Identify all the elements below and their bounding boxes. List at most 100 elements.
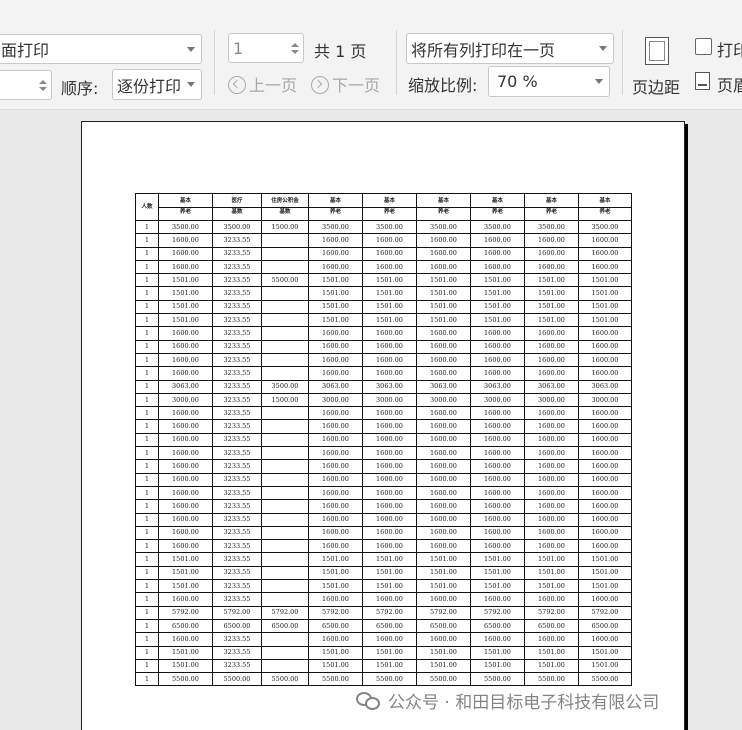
table-cell: 1600.00	[158, 246, 213, 261]
table-cell: 1501.00	[578, 299, 632, 315]
order-select[interactable]: 逐份打印	[112, 69, 202, 100]
copies-stepper[interactable]	[0, 70, 52, 100]
page-margin-icon[interactable]	[645, 37, 669, 65]
table-cell: 1501.00	[470, 579, 525, 594]
table-cell: 1501.00	[524, 552, 579, 567]
table-cell: 1	[135, 299, 159, 315]
table-cell: 1600.00	[158, 406, 213, 421]
table-row: 1 3063.00 3233.55 3500.00 3063.00 3063.00 3063…	[135, 379, 632, 394]
table-cell: 1	[135, 326, 159, 341]
table-cell: 1600.00	[416, 459, 471, 474]
table-cell: 1600.00	[578, 632, 632, 647]
table-cell: 1600.00	[158, 539, 213, 554]
print-preview-toolbar: 面打印 顺序: 逐份打印 1 共 1 页 上一页 下一页 将所有列打印在一页 缩…	[0, 0, 742, 110]
chevron-down-icon	[187, 82, 195, 87]
table-row: 1 1600.00 3233.55 1600.00 1600.00 1600.00 1600…	[135, 525, 632, 541]
table-cell	[261, 233, 309, 248]
table-cell: 1501.00	[416, 565, 471, 581]
table-cell: 1600.00	[470, 472, 525, 487]
table-row: 1 1501.00 3233.55 1501.00 1501.00 1501.00 1501…	[135, 579, 632, 594]
table-cell: 3233.55	[212, 299, 262, 315]
table-cell	[261, 579, 309, 594]
table-row: 1 1600.00 3233.55 1600.00 1600.00 1600.00 1600…	[135, 406, 632, 421]
table-cell: 1501.00	[308, 273, 363, 288]
scale-mode-select[interactable]: 将所有列打印在一页	[406, 33, 614, 64]
table-row: 1 1600.00 3233.55 1600.00 1600.00 1600.00 1600…	[135, 485, 632, 501]
table-cell: 1600.00	[158, 592, 213, 607]
table-cell: 1501.00	[524, 286, 579, 301]
prev-page-button[interactable]: 上一页	[228, 72, 297, 96]
table-cell: 1600.00	[524, 485, 579, 501]
table-cell: 1600.00	[362, 632, 417, 647]
table-cell: 1600.00	[470, 539, 525, 554]
table-cell	[261, 259, 309, 275]
column-header: 基本 养老	[524, 193, 579, 221]
table-cell: 1600.00	[308, 459, 363, 474]
table-cell: 1600.00	[362, 406, 417, 421]
table-cell: 1501.00	[416, 299, 471, 315]
table-cell: 3233.55	[212, 499, 262, 514]
table-cell: 5500.00	[578, 672, 632, 687]
table-cell: 1501.00	[470, 273, 525, 288]
table-cell: 6500.00	[362, 618, 417, 634]
table-cell: 1	[135, 618, 159, 634]
table-cell	[261, 459, 309, 474]
watermark: 公众号 · 和田目标电子科技有限公司	[356, 688, 659, 713]
table-cell: 1600.00	[470, 499, 525, 514]
table-cell: 1501.00	[362, 286, 417, 301]
table-cell: 1600.00	[362, 246, 417, 261]
table-row: 1 1501.00 3233.55 1501.00 1501.00 1501.00 1501…	[135, 645, 632, 660]
table-cell: 1501.00	[308, 565, 363, 581]
table-cell: 1600.00	[158, 339, 213, 354]
table-cell: 1501.00	[158, 579, 213, 594]
table-cell: 1600.00	[308, 525, 363, 541]
table-cell: 1600.00	[308, 326, 363, 341]
table-cell: 3233.55	[212, 313, 262, 328]
table-cell: 5792.00	[261, 605, 309, 620]
next-page-button[interactable]: 下一页	[311, 72, 380, 96]
print-checkbox[interactable]	[695, 38, 712, 55]
page-margin-button[interactable]: 页边距	[632, 74, 680, 98]
order-value: 逐份打印	[117, 76, 182, 96]
column-header: 人数	[135, 193, 159, 221]
column-header: 基本 养老	[578, 193, 632, 221]
table-cell: 1600.00	[362, 446, 417, 461]
zoom-label: 缩放比例:	[408, 76, 478, 95]
table-cell: 3063.00	[158, 379, 213, 394]
table-cell: 1600.00	[416, 446, 471, 461]
table-cell: 1600.00	[158, 259, 213, 275]
table-cell: 6500.00	[524, 618, 579, 634]
table-cell: 1600.00	[470, 259, 525, 275]
table-row: 1 5792.00 5792.00 5792.00 5792.00 5792.00 5792…	[135, 605, 632, 620]
table-cell: 3063.00	[416, 379, 471, 394]
page-header-button[interactable]: 页眉	[717, 72, 742, 96]
zoom-select[interactable]: 70 %	[488, 66, 610, 97]
table-cell: 1600.00	[308, 366, 363, 381]
table-cell: 1600.00	[524, 472, 579, 487]
table-cell: 1501.00	[362, 552, 417, 567]
page-header-icon[interactable]	[695, 72, 710, 90]
table-cell: 1600.00	[308, 632, 363, 647]
table-cell: 1600.00	[416, 539, 471, 554]
table-cell: 6500.00	[470, 618, 525, 634]
table-cell: 1	[135, 645, 159, 660]
table-cell: 1501.00	[524, 313, 579, 328]
table-cell: 1501.00	[158, 658, 213, 674]
table-cell: 3000.00	[362, 392, 417, 408]
table-cell: 1	[135, 632, 159, 647]
column-header-line1: 医疗	[231, 198, 243, 204]
table-cell: 1600.00	[470, 512, 525, 527]
table-cell: 3063.00	[470, 379, 525, 394]
page-number-stepper[interactable]: 1	[228, 33, 304, 63]
table-cell: 1600.00	[524, 592, 579, 607]
table-cell: 1600.00	[416, 499, 471, 514]
table-cell: 5500.00	[261, 672, 309, 687]
table-cell: 1501.00	[362, 645, 417, 660]
next-page-label: 下一页	[332, 76, 381, 95]
table-cell: 1600.00	[578, 512, 632, 527]
column-header-line1: 基本	[599, 198, 611, 204]
table-cell: 3233.55	[212, 539, 262, 554]
toolbar-divider	[622, 30, 623, 95]
print-mode-select[interactable]: 面打印	[0, 34, 202, 64]
table-cell: 3233.55	[212, 525, 262, 541]
